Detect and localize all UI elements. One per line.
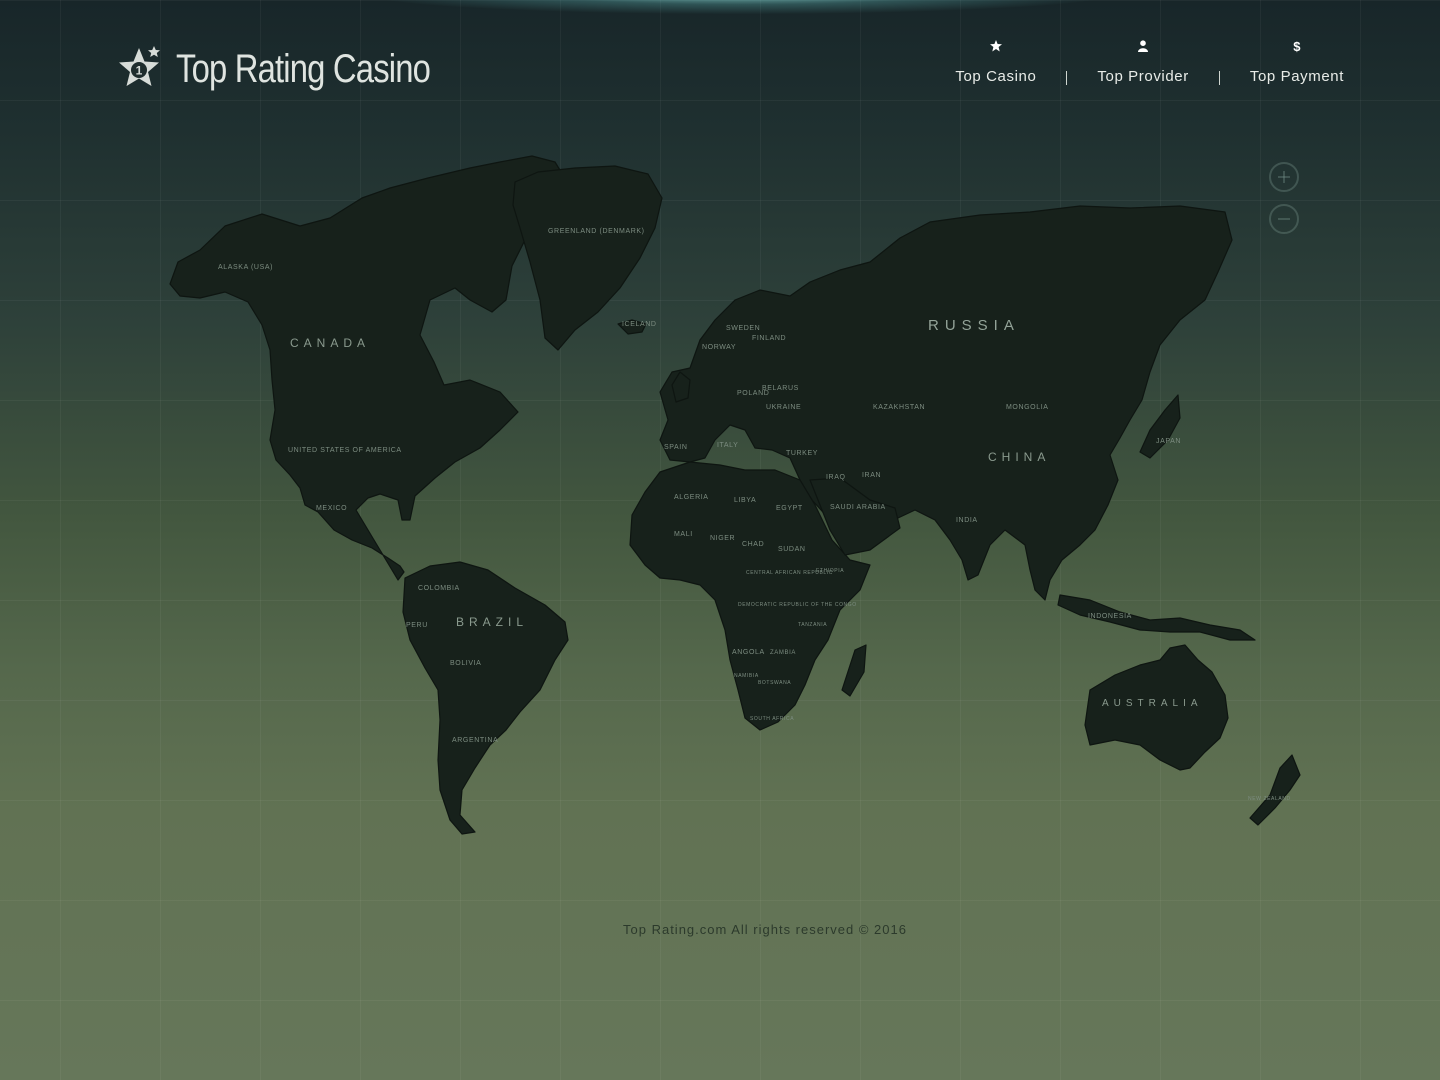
label-italy: ITALY (717, 442, 738, 449)
south-america-landmass[interactable] (402, 561, 569, 835)
label-alaska: ALASKA (USA) (218, 264, 273, 271)
label-norway: NORWAY (702, 344, 736, 351)
label-drc: DEMOCRATIC REPUBLIC OF THE CONGO (738, 602, 857, 608)
label-colombia: COLOMBIA (418, 585, 460, 592)
label-mexico: MEXICO (316, 505, 347, 512)
label-libya: LIBYA (734, 497, 756, 504)
label-ukraine: UKRAINE (766, 404, 801, 411)
label-turkey: TURKEY (786, 450, 818, 457)
label-saudi-arabia: SAUDI ARABIA (830, 504, 886, 511)
label-kazakhstan: KAZAKHSTAN (873, 404, 925, 411)
world-map[interactable]: ALASKA (USA) GREENLAND (DENMARK) CANADA … (0, 0, 1440, 1080)
label-spain: SPAIN (664, 444, 688, 451)
label-iceland: ICELAND (622, 321, 657, 328)
label-zambia: ZAMBIA (770, 650, 796, 656)
label-indonesia: INDONESIA (1088, 613, 1132, 620)
label-finland: FINLAND (752, 335, 786, 342)
continents (169, 155, 1301, 835)
label-peru: PERU (406, 622, 428, 629)
label-greenland: GREENLAND (DENMARK) (548, 228, 645, 235)
label-argentina: ARGENTINA (452, 737, 498, 744)
label-angola: ANGOLA (732, 649, 765, 656)
label-sweden: SWEDEN (726, 325, 760, 332)
label-new-zealand: NEW ZEALAND (1248, 796, 1291, 802)
label-mongolia: MONGOLIA (1006, 404, 1049, 411)
label-niger: NIGER (710, 535, 735, 542)
label-botswana: BOTSWANA (758, 680, 791, 686)
label-tanzania: TANZANIA (798, 622, 827, 628)
label-australia: AUSTRALIA (1102, 698, 1203, 709)
label-china: CHINA (988, 450, 1050, 464)
label-iraq: IRAQ (826, 474, 846, 481)
label-ethiopia: ETHIOPIA (816, 568, 844, 574)
label-brazil: BRAZIL (456, 615, 528, 629)
new-zealand-landmass[interactable] (1249, 754, 1301, 826)
label-belarus: BELARUS (762, 385, 799, 392)
label-namibia: NAMIBIA (734, 673, 759, 679)
label-mali: MALI (674, 531, 693, 538)
madagascar-landmass[interactable] (841, 644, 867, 697)
label-russia: RUSSIA (928, 317, 1020, 334)
label-algeria: ALGERIA (674, 494, 709, 501)
label-iran: IRAN (862, 472, 881, 479)
label-japan: JAPAN (1156, 438, 1181, 445)
label-india: INDIA (956, 517, 978, 524)
north-america-landmass[interactable] (169, 155, 567, 581)
label-bolivia: BOLIVIA (450, 660, 481, 667)
label-canada: CANADA (290, 336, 370, 350)
label-egypt: EGYPT (776, 505, 803, 512)
label-usa: UNITED STATES OF AMERICA (288, 447, 402, 454)
label-south-africa: SOUTH AFRICA (750, 716, 794, 722)
japan-landmass[interactable] (1139, 394, 1181, 459)
label-sudan: SUDAN (778, 546, 806, 553)
footer-copyright: Top Rating.com All rights reserved © 201… (623, 922, 907, 937)
label-chad: CHAD (742, 541, 764, 548)
